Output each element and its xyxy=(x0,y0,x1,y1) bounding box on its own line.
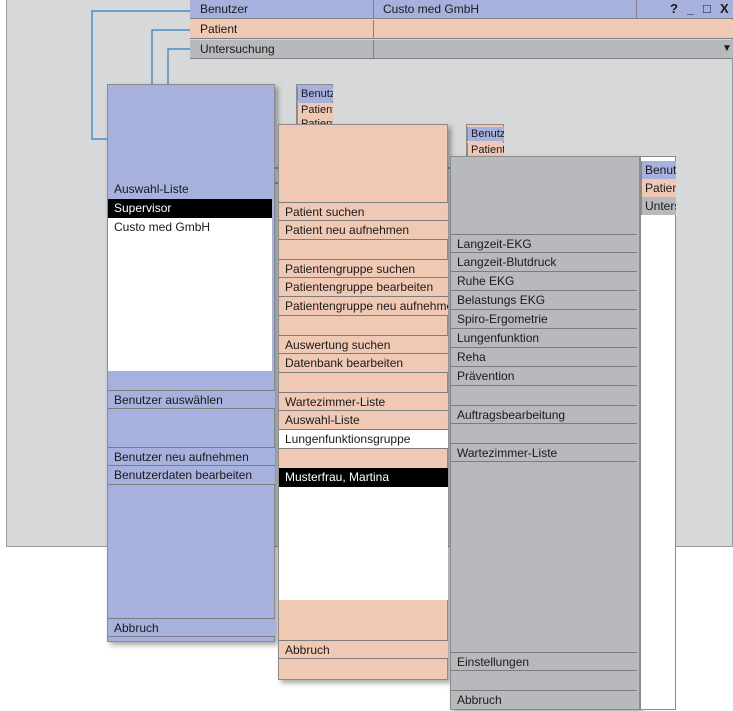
list-item-supervisor[interactable]: Supervisor xyxy=(108,199,272,218)
exam-langzeit-ekg[interactable]: Langzeit-EKG xyxy=(451,234,637,253)
patient-abbruch-button[interactable]: Abbruch xyxy=(279,640,448,659)
tab-benutzer[interactable]: Benutzer xyxy=(641,161,676,179)
patient-bar-label: Patient xyxy=(200,22,238,36)
untersuchung-abbruch-button[interactable]: Abbruch xyxy=(451,690,637,709)
exam-lungenfunktion[interactable]: Lungenfunktion xyxy=(451,329,637,348)
untersuchung-bar[interactable]: Untersuchung ▼ xyxy=(190,40,733,59)
patient-neu-button[interactable]: Patient neu aufnehmen xyxy=(279,221,448,240)
untersuchung-bar-label: Untersuchung xyxy=(200,42,275,56)
auftragsbearbeitung-button[interactable]: Auftragsbearbeitung xyxy=(451,405,637,424)
patientengruppe-field[interactable]: Lungenfunktionsgruppe xyxy=(279,430,448,449)
gruppe-neu-button[interactable]: Patientengruppe neu aufnehmen xyxy=(279,297,448,316)
exam-ruhe-ekg[interactable]: Ruhe EKG xyxy=(451,272,637,291)
list-item-patient[interactable]: Musterfrau, Martina xyxy=(279,468,448,487)
benutzer-neu-button[interactable]: Benutzer neu aufnehmen xyxy=(108,447,275,466)
tab-untersuchung[interactable]: Untersuchung xyxy=(641,197,676,215)
minimize-button[interactable]: _ xyxy=(687,0,694,18)
einstellungen-button[interactable]: Einstellungen xyxy=(451,652,637,671)
tab-benutzer[interactable]: Benutzer xyxy=(297,87,333,101)
gruppe-suchen-button[interactable]: Patientengruppe suchen xyxy=(279,259,448,278)
exam-langzeit-blutdruck[interactable]: Langzeit-Blutdruck xyxy=(451,253,637,272)
maximize-button[interactable]: □ xyxy=(703,0,711,18)
tab-benutzer[interactable]: Benutzer xyxy=(467,127,504,141)
chevron-down-icon[interactable]: ▼ xyxy=(722,40,732,58)
untersuchung-panel-tabs: Benutzer Patient Untersuchung xyxy=(640,156,676,710)
auswahl-liste-button[interactable]: Auswahl-Liste xyxy=(279,411,448,430)
benutzer-auswaehlen-button[interactable]: Benutzer auswählen xyxy=(108,390,275,409)
wartezimmer-liste-button[interactable]: Wartezimmer-Liste xyxy=(279,392,448,411)
patient-bar[interactable]: Patient xyxy=(190,20,733,39)
exam-belastungs-ekg[interactable]: Belastungs EKG xyxy=(451,291,637,310)
patient-suchen-button[interactable]: Patient suchen xyxy=(279,202,448,221)
gruppe-bearbeiten-button[interactable]: Patientengruppe bearbeiten xyxy=(279,278,448,297)
benutzer-bar[interactable]: Benutzer Custo med GmbH ? _ □ X xyxy=(190,0,733,19)
benutzer-bar-label: Benutzer xyxy=(200,2,249,16)
datenbank-bearbeiten-button[interactable]: Datenbank bearbeiten xyxy=(279,354,448,373)
tab-patient[interactable]: Patient xyxy=(297,103,333,117)
close-button[interactable]: X xyxy=(720,0,729,18)
benutzer-abbruch-button[interactable]: Abbruch xyxy=(108,618,275,637)
exam-reha[interactable]: Reha xyxy=(451,348,637,367)
benutzerdaten-bearbeiten-button[interactable]: Benutzerdaten bearbeiten xyxy=(108,466,275,485)
exam-praevention[interactable]: Prävention xyxy=(451,367,637,386)
exam-spiro-ergometrie[interactable]: Spiro-Ergometrie xyxy=(451,310,637,329)
help-button[interactable]: ? xyxy=(670,0,678,18)
tab-patient[interactable]: Patient xyxy=(467,143,504,157)
wartezimmer-liste-button-2[interactable]: Wartezimmer-Liste xyxy=(451,443,637,462)
list-item-custo[interactable]: Custo med GmbH xyxy=(108,218,272,237)
auswahl-liste-label: Auswahl-Liste xyxy=(114,182,189,196)
patient-list[interactable]: Musterfrau, Martina xyxy=(279,468,448,600)
auswertung-suchen-button[interactable]: Auswertung suchen xyxy=(279,335,448,354)
benutzer-bar-value: Custo med GmbH xyxy=(383,2,480,16)
user-list[interactable]: Supervisor Custo med GmbH xyxy=(108,199,272,371)
tab-patient[interactable]: Patient xyxy=(641,179,676,197)
